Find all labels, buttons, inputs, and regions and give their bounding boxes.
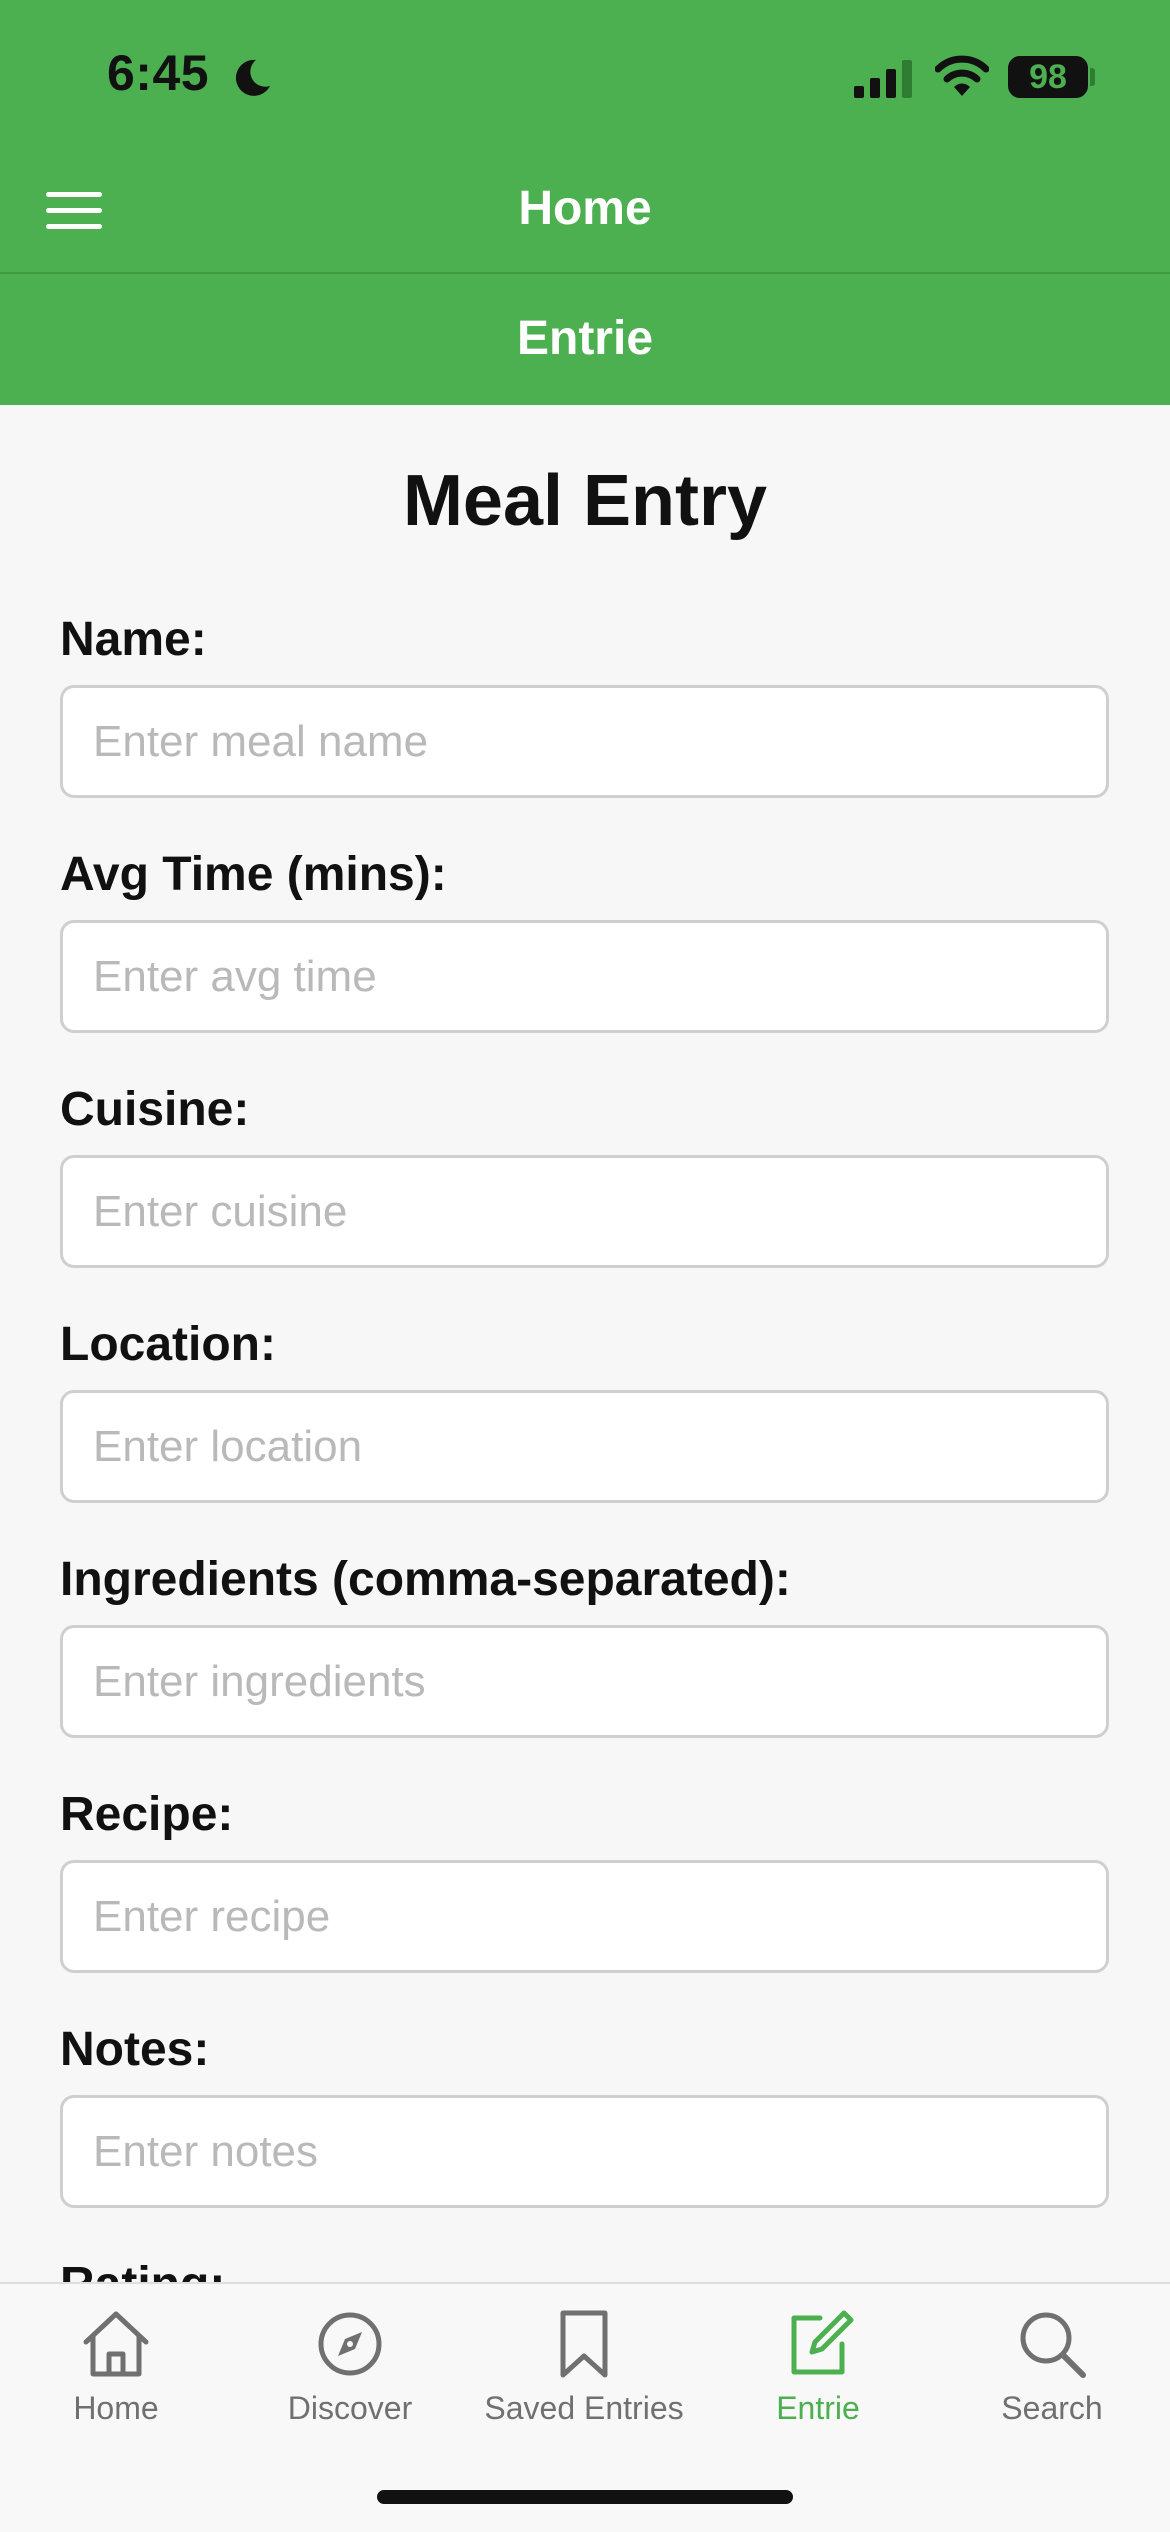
- cuisine-label: Cuisine:: [60, 1083, 250, 1136]
- home-indicator: [377, 2490, 793, 2504]
- ingredients-input[interactable]: [60, 1625, 1109, 1738]
- battery-indicator: 98: [1008, 56, 1088, 98]
- meal-name-input[interactable]: [60, 685, 1109, 798]
- compass-icon: [318, 2312, 382, 2376]
- notes-input[interactable]: [60, 2095, 1109, 2208]
- status-time: 6:45: [107, 45, 210, 101]
- bookmark-icon: [560, 2310, 608, 2378]
- notes-label: Notes:: [60, 2023, 210, 2076]
- tab-home-label: Home: [73, 2390, 159, 2426]
- tab-saved-entries-label: Saved Entries: [484, 2390, 684, 2426]
- tab-saved-entries[interactable]: Saved Entries: [469, 2306, 699, 2446]
- avg-time-input[interactable]: [60, 920, 1109, 1033]
- moon-icon: [235, 59, 270, 96]
- recipe-input[interactable]: [60, 1860, 1109, 1973]
- search-icon: [1020, 2312, 1086, 2378]
- app-header: 6:45 98 Home Entrie: [0, 0, 1170, 405]
- edit-icon: [791, 2310, 854, 2375]
- avg-time-label: Avg Time (mins):: [60, 848, 447, 901]
- tab-entrie-label: Entrie: [776, 2390, 860, 2426]
- hamburger-menu-icon: [46, 192, 102, 229]
- tab-search[interactable]: Search: [937, 2306, 1167, 2446]
- cellular-signal-icon: [854, 60, 912, 98]
- sub-header-title: Entrie: [516, 312, 654, 365]
- tab-discover-label: Discover: [287, 2390, 413, 2426]
- tab-home[interactable]: Home: [1, 2306, 231, 2446]
- form-title: Meal Entry: [402, 461, 768, 541]
- wifi-icon: [935, 55, 989, 96]
- home-icon: [83, 2311, 149, 2377]
- tab-entrie[interactable]: Entrie: [703, 2306, 933, 2446]
- cuisine-input[interactable]: [60, 1155, 1109, 1268]
- location-input[interactable]: [60, 1390, 1109, 1503]
- nav-title: Home: [518, 182, 652, 235]
- battery-tip: [1090, 68, 1095, 86]
- tab-search-label: Search: [1001, 2390, 1103, 2426]
- menu-button[interactable]: [38, 180, 110, 240]
- status-bar: 6:45 98: [0, 0, 1170, 150]
- tab-discover[interactable]: Discover: [235, 2306, 465, 2446]
- name-label: Name:: [60, 613, 207, 666]
- battery-level: 98: [1029, 57, 1067, 96]
- ingredients-label: Ingredients (comma-separated):: [60, 1553, 791, 1606]
- meal-entry-screen: 6:45 98 Home Entrie Meal Entry Name: Ent…: [0, 0, 1170, 2532]
- location-label: Location:: [60, 1318, 276, 1371]
- nav-bar: Home: [0, 150, 1170, 274]
- recipe-label: Recipe:: [60, 1788, 234, 1841]
